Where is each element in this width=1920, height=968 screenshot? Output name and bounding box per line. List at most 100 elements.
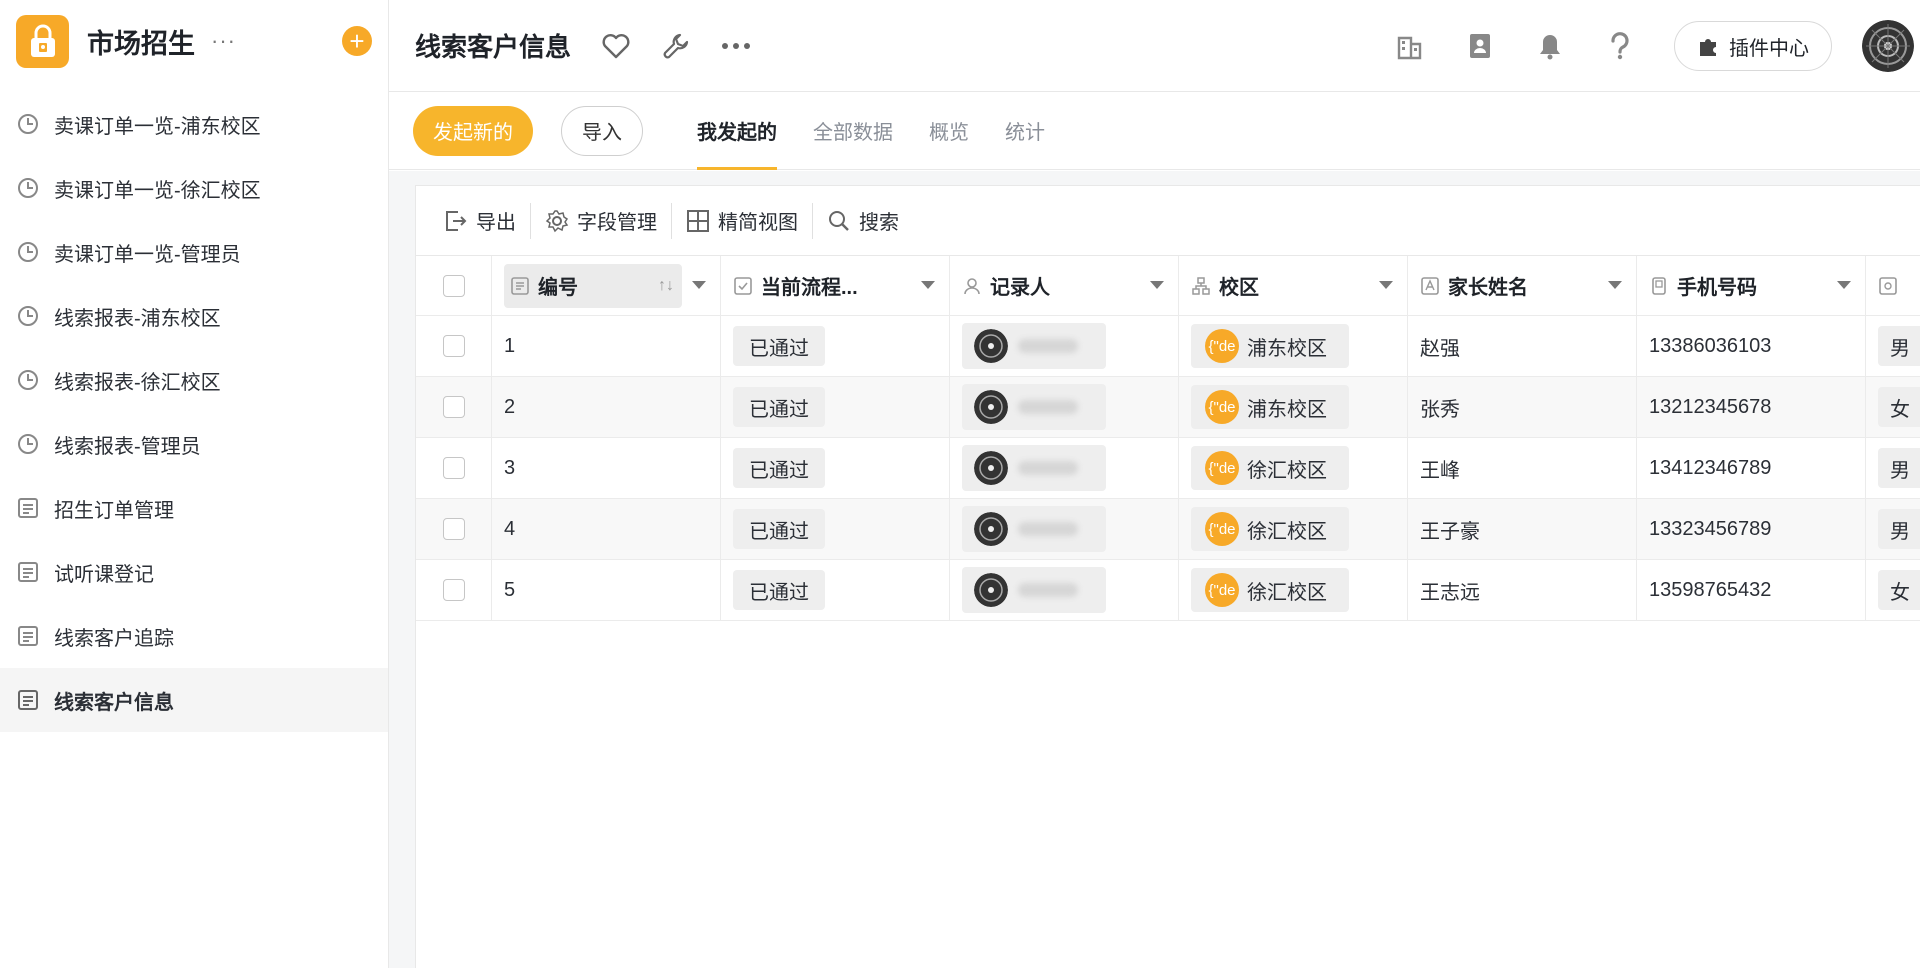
tab-statistics[interactable]: 统计 xyxy=(1005,92,1045,170)
building-icon[interactable] xyxy=(1394,30,1426,62)
recorder-chip[interactable] xyxy=(962,323,1106,369)
sidebar-item[interactable]: 线索客户追踪 xyxy=(0,604,388,668)
column-menu-icon[interactable] xyxy=(1379,281,1393,289)
row-checkbox[interactable] xyxy=(442,579,465,601)
parent-name-cell: 王子豪 xyxy=(1408,499,1637,559)
column-menu-icon[interactable] xyxy=(921,281,935,289)
number-field-icon xyxy=(510,276,530,296)
app-logo[interactable] xyxy=(16,14,69,68)
header-phone[interactable]: 手机号码 xyxy=(1637,256,1866,315)
app-more-icon[interactable]: ··· xyxy=(211,28,236,54)
table-row[interactable]: 4 已通过 {"de 徐汇校区 王子豪 13323456789 男 xyxy=(416,499,1920,560)
recorder-chip[interactable] xyxy=(962,506,1106,552)
field-management-button[interactable]: 字段管理 xyxy=(531,203,671,239)
more-icon[interactable] xyxy=(721,31,751,61)
import-button[interactable]: 导入 xyxy=(561,105,643,156)
search-button[interactable]: 搜索 xyxy=(813,203,913,239)
clock-icon xyxy=(16,432,40,456)
recorder-chip[interactable] xyxy=(962,445,1106,491)
sidebar-item-label: 线索客户信息 xyxy=(54,691,174,714)
gender-cell: 男 xyxy=(1866,438,1920,498)
sidebar-item[interactable]: 线索报表-徐汇校区 xyxy=(0,348,388,412)
recorder-cell xyxy=(950,499,1179,559)
sidebar-item[interactable]: 卖课订单一览-浦东校区 xyxy=(0,92,388,156)
column-menu-icon[interactable] xyxy=(1150,281,1164,289)
recorder-cell xyxy=(950,438,1179,498)
sidebar-item[interactable]: 卖课订单一览-管理员 xyxy=(0,220,388,284)
campus-chip[interactable]: {"de 徐汇校区 xyxy=(1191,446,1349,490)
export-label: 导出 xyxy=(476,212,516,234)
bell-icon[interactable] xyxy=(1534,30,1566,62)
row-checkbox[interactable] xyxy=(442,335,465,357)
table-row[interactable]: 2 已通过 {"de 浦东校区 张秀 13212345678 女 xyxy=(416,377,1920,438)
recorder-avatar xyxy=(974,512,1008,546)
status-tag: 已通过 xyxy=(733,326,825,366)
select-all-checkbox[interactable] xyxy=(442,274,465,297)
heart-icon[interactable] xyxy=(601,31,631,61)
sidebar-item-label: 卖课订单一览-管理员 xyxy=(54,243,241,266)
user-avatar[interactable] xyxy=(1862,20,1914,72)
sort-icon[interactable]: ↑↓ xyxy=(658,277,674,295)
row-checkbox[interactable] xyxy=(442,396,465,418)
header-id[interactable]: 编号 ↑↓ xyxy=(492,256,721,315)
campus-chip[interactable]: {"de 徐汇校区 xyxy=(1191,507,1349,551)
wrench-icon[interactable] xyxy=(661,31,691,61)
sidebar-item[interactable]: 试听课登记 xyxy=(0,540,388,604)
recorder-avatar xyxy=(974,329,1008,363)
sidebar-item-active[interactable]: 线索客户信息 xyxy=(0,668,388,732)
header-parent-name[interactable]: 家长姓名 xyxy=(1408,256,1637,315)
header-recorder[interactable]: 记录人 xyxy=(950,256,1179,315)
select-field-icon xyxy=(1878,276,1898,296)
table-row[interactable]: 1 已通过 {"de 浦东校区 赵强 13386036103 男 xyxy=(416,316,1920,377)
add-icon[interactable]: + xyxy=(342,26,372,56)
id-cell: 2 xyxy=(492,377,721,437)
campus-label: 徐汇校区 xyxy=(1247,459,1327,482)
person-field-icon xyxy=(962,276,982,296)
recorder-name-blurred xyxy=(1018,400,1078,414)
text-field-icon xyxy=(1420,276,1440,296)
row-checkbox[interactable] xyxy=(442,457,465,479)
sidebar-item[interactable]: 卖课订单一览-徐汇校区 xyxy=(0,156,388,220)
table-row[interactable]: 3 已通过 {"de 徐汇校区 王峰 13412346789 男 xyxy=(416,438,1920,499)
sidebar-item-label: 线索报表-浦东校区 xyxy=(54,307,221,330)
column-menu-icon[interactable] xyxy=(1837,281,1851,289)
new-record-button[interactable]: 发起新的 xyxy=(413,105,533,156)
column-menu-icon[interactable] xyxy=(692,281,706,289)
row-checkbox[interactable] xyxy=(442,518,465,540)
table-row[interactable]: 5 已通过 {"de 徐汇校区 王志远 13598765432 女 xyxy=(416,560,1920,621)
header-status[interactable]: 当前流程... xyxy=(721,256,950,315)
export-button[interactable]: 导出 xyxy=(430,203,530,239)
phone-cell: 13212345678 xyxy=(1637,377,1866,437)
page-title: 线索客户信息 xyxy=(415,32,572,62)
phone-cell: 13323456789 xyxy=(1637,499,1866,559)
campus-chip[interactable]: {"de 徐汇校区 xyxy=(1191,568,1349,612)
campus-label: 浦东校区 xyxy=(1247,398,1327,421)
tab-overview[interactable]: 概览 xyxy=(929,92,969,170)
header-campus[interactable]: 校区 xyxy=(1179,256,1408,315)
header-gender[interactable] xyxy=(1866,256,1920,315)
recorder-name-blurred xyxy=(1018,583,1078,597)
help-icon[interactable] xyxy=(1604,30,1636,62)
campus-chip[interactable]: {"de 浦东校区 xyxy=(1191,385,1349,429)
campus-cell: {"de 浦东校区 xyxy=(1179,377,1408,437)
sidebar-item[interactable]: 线索报表-管理员 xyxy=(0,412,388,476)
table-toolbar: 导出 字段管理 精简视图 搜索 xyxy=(416,186,1920,256)
campus-chip[interactable]: {"de 浦东校区 xyxy=(1191,324,1349,368)
sidebar-item-label: 线索报表-徐汇校区 xyxy=(54,371,221,394)
contacts-icon[interactable] xyxy=(1464,30,1496,62)
gender-tag: 男 xyxy=(1878,326,1920,366)
recorder-chip[interactable] xyxy=(962,567,1106,613)
column-menu-icon[interactable] xyxy=(1608,281,1622,289)
gender-tag: 男 xyxy=(1878,448,1920,488)
compact-view-button[interactable]: 精简视图 xyxy=(672,203,812,239)
plugin-center-button[interactable]: 插件中心 xyxy=(1674,21,1832,71)
recorder-chip[interactable] xyxy=(962,384,1106,430)
campus-cell: {"de 徐汇校区 xyxy=(1179,560,1408,620)
parent-name-cell: 赵强 xyxy=(1408,316,1637,376)
sidebar-item[interactable]: 线索报表-浦东校区 xyxy=(0,284,388,348)
form-icon xyxy=(16,496,40,520)
tab-mine[interactable]: 我发起的 xyxy=(697,92,777,170)
sidebar-item[interactable]: 招生订单管理 xyxy=(0,476,388,540)
id-cell: 5 xyxy=(492,560,721,620)
tab-all-data[interactable]: 全部数据 xyxy=(813,92,893,170)
